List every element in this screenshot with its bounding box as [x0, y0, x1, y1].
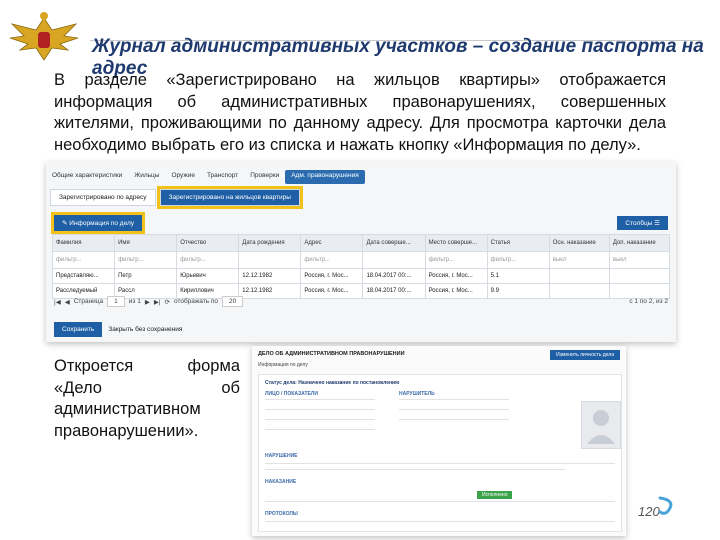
user-avatar-icon: [587, 410, 615, 444]
refresh-icon[interactable]: ⟳: [165, 298, 170, 306]
table-cell: Юрьевич: [176, 268, 240, 284]
column-header[interactable]: Доп. наказание: [608, 234, 671, 252]
tab-checks[interactable]: Проверки: [244, 170, 285, 184]
protocols-section-label: ПРОТОКОЛЫ: [265, 511, 298, 517]
table-cell: 5.1: [486, 268, 550, 284]
tab-registered-to-residents[interactable]: Зарегистрировано на жильцов квартиры: [156, 186, 303, 209]
filter-row: фильтр... фильтр... фильтр... фильтр... …: [51, 251, 671, 269]
table-cell: [548, 268, 610, 284]
case-form-title: ДЕЛО ОБ АДМИНИСТРАТИВНОМ ПРАВОНАРУШЕНИИ: [258, 351, 405, 357]
last-page-icon[interactable]: ▶|: [154, 298, 161, 306]
case-form-screenshot: ДЕЛО ОБ АДМИНИСТРАТИВНОМ ПРАВОНАРУШЕНИИ …: [252, 346, 626, 536]
tab-residents[interactable]: Жильцы: [128, 170, 165, 184]
column-header[interactable]: Фамилия: [51, 234, 116, 252]
eagle-emblem-icon: [9, 12, 79, 61]
close-without-saving-button[interactable]: Закрыть без сохранения: [108, 326, 182, 333]
filter-input[interactable]: фильтр...: [424, 251, 488, 269]
table-cell: 12.12.1982: [238, 268, 302, 284]
table-cell: [608, 268, 671, 284]
edit-case-button[interactable]: Изменить личность дела: [550, 350, 620, 360]
case-info-subtitle: Информация по делу: [258, 362, 308, 368]
page-input[interactable]: 1: [107, 296, 125, 307]
tab-transport[interactable]: Транспорт: [201, 170, 244, 184]
slide-paragraph-2: Откроется форма «Дело об административно…: [54, 357, 240, 440]
sub-tabs: Зарегистрировано по адресу Зарегистриров…: [50, 186, 304, 209]
filter-input[interactable]: фильтр...: [300, 251, 364, 269]
field-line: [265, 463, 615, 464]
violation-section-label: НАРУШЕНИЕ: [265, 453, 298, 459]
executed-badge: Исполнено: [477, 491, 513, 499]
field-line: [265, 521, 615, 522]
table-cell: Россия, г. Мос...: [424, 268, 488, 284]
filter-select[interactable]: выкл: [548, 251, 610, 269]
case-info-label: Информация по делу: [69, 220, 135, 227]
field-line: [265, 429, 375, 430]
pager: |◀ ◀ Страница 1 из 1 ▶ ▶| ⟳ отображать п…: [54, 296, 668, 307]
field-line: [399, 419, 509, 420]
case-info-button[interactable]: ✎ Информация по делу: [50, 212, 146, 234]
filter-input[interactable]: [362, 251, 426, 269]
column-header[interactable]: Осн. наказание: [548, 234, 610, 252]
table-cell: Петр: [114, 268, 178, 284]
filter-input[interactable]: фильтр...: [114, 251, 178, 269]
address-journal-screenshot: Общие характеристики Жильцы Оружие Транс…: [46, 162, 676, 342]
slide-paragraph: В разделе «Зарегистрировано на жильцов к…: [54, 71, 666, 154]
table-cell: Представляю...: [51, 268, 116, 284]
punishment-section-label: НАКАЗАНИЕ: [265, 479, 297, 485]
field-line: [265, 399, 375, 400]
field-line: [399, 409, 509, 410]
column-header[interactable]: Статья: [486, 234, 550, 252]
column-header[interactable]: Дата соверше...: [362, 234, 426, 252]
offenses-table: Фамилия Имя Отчество Дата рождения Адрес…: [51, 234, 671, 299]
tab-admin-offenses[interactable]: Адм. правонарушения: [285, 170, 365, 184]
table-row[interactable]: Представляю... Петр Юрьевич 12.12.1982 Р…: [51, 268, 671, 284]
offender-section-label: НАРУШИТЕЛЬ: [399, 391, 435, 397]
filter-input[interactable]: фильтр...: [51, 251, 116, 269]
column-header[interactable]: Адрес: [300, 234, 364, 252]
page-label: Страница: [73, 298, 104, 305]
top-tabs: Общие характеристики Жильцы Оружие Транс…: [46, 170, 676, 184]
filter-input[interactable]: фильтр...: [176, 251, 240, 269]
field-line: [265, 501, 615, 502]
filter-input[interactable]: [238, 251, 302, 269]
column-header[interactable]: Место соверше...: [424, 234, 488, 252]
case-form-panel: Статус дела: Назначено наказание по пост…: [258, 374, 622, 532]
swirl-decoration-icon: [658, 496, 673, 515]
person-section-label: ЛИЦО / ПОКАЗАТЕЛИ: [265, 391, 318, 397]
tab-registered-at-address[interactable]: Зарегистрировано по адресу: [50, 189, 156, 206]
save-button[interactable]: Сохранить: [54, 322, 103, 337]
table-cell: Россия, г. Мос...: [300, 268, 364, 284]
page-size-select[interactable]: 20: [222, 296, 244, 307]
table-cell: 18.04.2017 00:...: [362, 268, 426, 284]
page-range: с 1 по 2, из 2: [629, 298, 668, 305]
filter-select[interactable]: выкл: [608, 251, 671, 269]
case-status: Статус дела: Назначено наказание по пост…: [265, 380, 400, 386]
field-line: [265, 419, 375, 420]
field-line: [399, 399, 509, 400]
next-page-icon[interactable]: ▶: [145, 298, 150, 306]
columns-label: Столбцы: [625, 220, 653, 227]
page-size-label: отображать по: [173, 298, 219, 305]
field-line: [265, 469, 565, 470]
person-photo-placeholder[interactable]: [581, 401, 621, 449]
save-bar: Сохранить Закрыть без сохранения: [54, 322, 182, 337]
column-header[interactable]: Отчество: [176, 234, 240, 252]
column-header[interactable]: Дата рождения: [238, 234, 302, 252]
column-header[interactable]: Имя: [114, 234, 178, 252]
tab-weapons[interactable]: Оружие: [165, 170, 201, 184]
prev-page-icon[interactable]: ◀: [65, 298, 70, 306]
first-page-icon[interactable]: |◀: [54, 298, 61, 306]
columns-button[interactable]: Столбцы ☰: [617, 216, 668, 230]
table-header-row: Фамилия Имя Отчество Дата рождения Адрес…: [51, 234, 671, 252]
field-line: [265, 409, 375, 410]
page-of-label: из 1: [128, 298, 141, 305]
filter-input[interactable]: фильтр...: [486, 251, 550, 269]
tab-general[interactable]: Общие характеристики: [46, 170, 128, 184]
